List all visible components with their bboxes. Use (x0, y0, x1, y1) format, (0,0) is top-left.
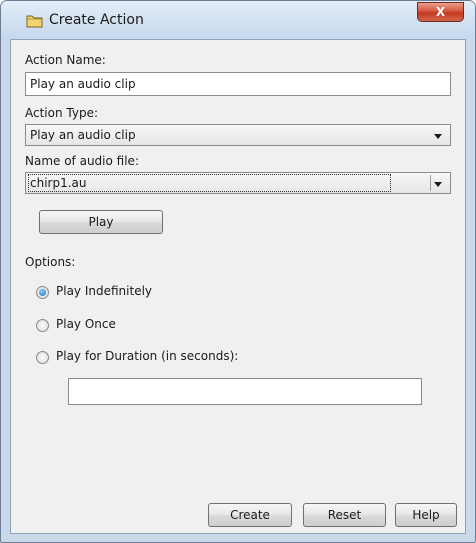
action-type-select[interactable]: Play an audio clip (25, 124, 451, 146)
reset-button[interactable]: Reset (303, 503, 386, 527)
radio-button[interactable] (36, 351, 49, 364)
close-button[interactable]: X (417, 2, 464, 22)
chevron-down-icon (434, 182, 442, 187)
window-title: Create Action (49, 12, 144, 28)
chevron-down-icon (434, 134, 442, 139)
title-bar[interactable]: Create Action X (1, 1, 475, 39)
audio-file-value: chirp1.au (28, 174, 391, 192)
radio-label: Play Once (56, 317, 116, 331)
duration-input[interactable] (68, 378, 422, 405)
action-type-label: Action Type: (25, 106, 99, 120)
play-button[interactable]: Play (39, 210, 163, 234)
radio-label: Play Indefinitely (56, 284, 153, 298)
radio-button[interactable] (36, 319, 49, 332)
options-label: Options: (25, 255, 76, 269)
radio-button[interactable] (36, 286, 49, 299)
action-type-value: Play an audio clip (30, 128, 136, 142)
audio-file-label: Name of audio file: (25, 154, 139, 168)
radio-label: Play for Duration (in seconds): (56, 349, 239, 363)
folder-icon (26, 15, 43, 28)
create-action-dialog: Create Action X Action Name: Action Type… (0, 0, 476, 543)
action-name-label: Action Name: (25, 53, 106, 67)
create-button[interactable]: Create (208, 503, 292, 527)
dialog-content: Action Name: Action Type: Play an audio … (10, 39, 466, 534)
action-name-input[interactable] (25, 72, 451, 96)
combo-divider (430, 175, 431, 191)
help-button[interactable]: Help (395, 503, 457, 527)
audio-file-select[interactable]: chirp1.au (25, 172, 451, 194)
